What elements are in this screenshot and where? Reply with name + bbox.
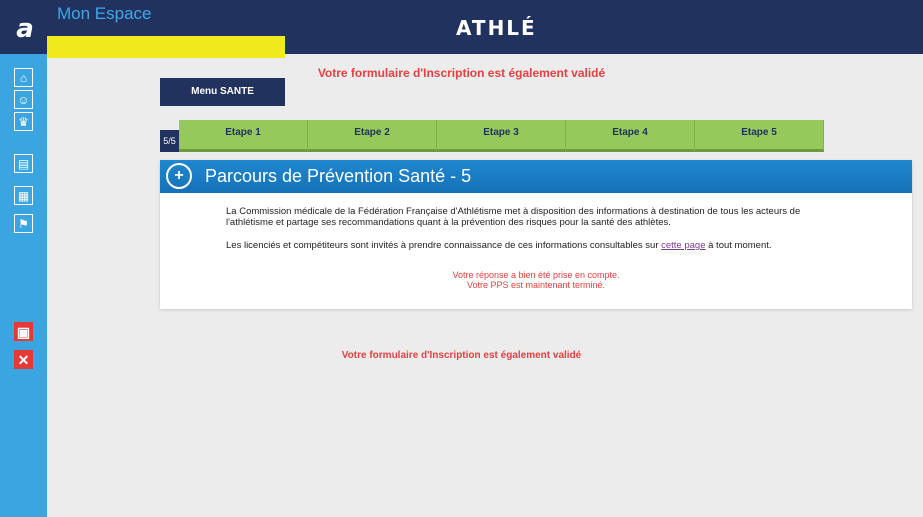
step-2-tab[interactable]: Etape 2 bbox=[308, 120, 437, 152]
step-3-tab[interactable]: Etape 3 bbox=[437, 120, 566, 152]
sidebar: ⌂ ☺ ♛ ▤ ▦ ⚑ ▣ ✕ bbox=[0, 54, 47, 517]
step-4-tab[interactable]: Etape 4 bbox=[566, 120, 695, 152]
step-counter: 5/5 bbox=[160, 130, 179, 152]
step-1-tab[interactable]: Etape 1 bbox=[179, 120, 308, 152]
menu-sante-button[interactable]: Menu SANTE bbox=[160, 78, 285, 106]
prevention-panel: + Parcours de Prévention Santé - 5 La Co… bbox=[160, 160, 912, 309]
user-icon[interactable]: ☺ bbox=[14, 90, 33, 109]
bottom-validation-message: Votre formulaire d'Inscription est égale… bbox=[341, 350, 582, 361]
runner-icon[interactable]: ⚑ bbox=[14, 214, 33, 233]
space-title[interactable]: Mon Espace bbox=[57, 4, 152, 24]
highlight-bar bbox=[47, 36, 285, 58]
app-logo-icon[interactable]: a bbox=[8, 12, 42, 46]
panel-paragraph-2: Les licenciés et compétiteurs sont invit… bbox=[226, 240, 772, 251]
panel-header: + Parcours de Prévention Santé - 5 bbox=[160, 160, 912, 193]
id-card-icon[interactable]: ▤ bbox=[14, 154, 33, 173]
steps-bar: 5/5 Etape 1 Etape 2 Etape 3 Etape 4 Etap… bbox=[160, 120, 824, 152]
panel-paragraph-1: La Commission médicale de la Fédération … bbox=[226, 206, 801, 228]
devices-icon[interactable]: ▣ bbox=[14, 322, 33, 341]
health-cross-icon: + bbox=[166, 163, 192, 189]
step-5-tab[interactable]: Etape 5 bbox=[695, 120, 824, 152]
status-line-1: Votre réponse a bien été prise en compte… bbox=[452, 270, 620, 280]
status-line-2: Votre PPS est maintenant terminé. bbox=[466, 280, 606, 290]
calendar-icon[interactable]: ▦ bbox=[14, 186, 33, 205]
panel-title: Parcours de Prévention Santé - 5 bbox=[205, 166, 472, 186]
cette-page-link[interactable]: cette page bbox=[661, 240, 705, 251]
trophy-icon[interactable]: ♛ bbox=[14, 112, 33, 131]
brand-logo: ATHLÉ bbox=[456, 16, 537, 40]
top-validation-message: Votre formulaire d'Inscription est égale… bbox=[317, 66, 606, 80]
